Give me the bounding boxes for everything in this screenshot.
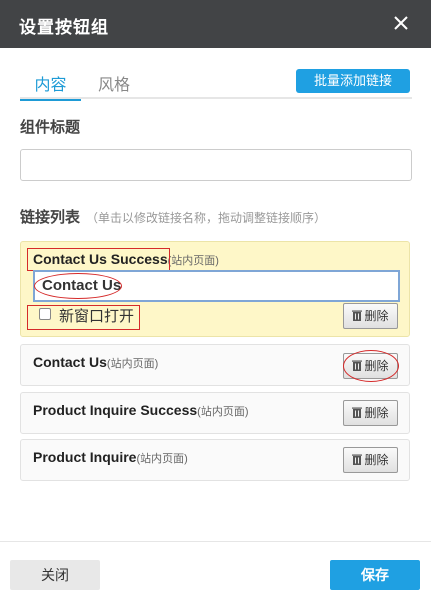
link-item-name-text: Product Inquire Success [33, 402, 198, 418]
link-list-title: 链接列表 [20, 209, 81, 226]
delete-button[interactable]: 删除 [343, 447, 398, 473]
component-title-input[interactable] [20, 149, 412, 181]
annotation-box [27, 305, 140, 330]
trash-icon [352, 310, 363, 321]
link-item-tag: (站内页面) [136, 453, 188, 465]
tab-content[interactable]: 内容 [20, 71, 81, 101]
save-button[interactable]: 保存 [330, 560, 420, 590]
link-item-tag: (站内页面) [167, 255, 219, 267]
link-item-name-text: Contact Us [33, 354, 107, 370]
link-item-name[interactable]: Product Inquire(站内页面) [33, 449, 188, 466]
link-item-name-text: Product Inquire [33, 449, 137, 465]
annotation-oval [343, 350, 399, 382]
dialog-footer: 关闭 保存 [0, 541, 431, 600]
trash-icon [352, 407, 363, 418]
component-title-label: 组件标题 [20, 119, 81, 136]
link-item-expanded[interactable]: Contact Us Success(站内页面) Contact Us 新窗口打… [20, 241, 410, 337]
link-item-tag: (站内页面) [197, 406, 249, 418]
delete-label: 删除 [364, 309, 389, 323]
link-item[interactable]: Contact Us(站内页面) 删除 [20, 344, 410, 386]
dialog-header: 设置按钮组 [0, 0, 431, 48]
link-item[interactable]: Product Inquire(站内页面) 删除 [20, 439, 410, 481]
delete-button[interactable]: 删除 [343, 303, 398, 329]
annotation-oval [34, 273, 122, 299]
close-button[interactable]: 关闭 [10, 560, 100, 590]
tab-style[interactable]: 风格 [98, 71, 130, 99]
delete-label: 删除 [364, 453, 389, 467]
link-item-tag: (站内页面) [106, 358, 159, 370]
link-item-name[interactable]: Product Inquire Success(站内页面) [33, 402, 249, 419]
bulk-add-links-button[interactable]: 批量添加链接 [296, 69, 410, 93]
annotation-box [27, 248, 170, 271]
dialog-title: 设置按钮组 [19, 18, 109, 37]
link-list-label: 链接列表 （单击以修改链接名称，拖动调整链接顺序） [20, 206, 326, 227]
delete-label: 删除 [364, 406, 389, 420]
delete-button[interactable]: 删除 [343, 400, 398, 426]
trash-icon [352, 454, 363, 465]
link-item-name[interactable]: Contact Us(站内页面) [33, 354, 158, 371]
link-list-hint: （单击以修改链接名称，拖动调整链接顺序） [86, 211, 327, 225]
link-item[interactable]: Product Inquire Success(站内页面) 删除 [20, 392, 410, 434]
close-icon[interactable] [391, 13, 411, 33]
